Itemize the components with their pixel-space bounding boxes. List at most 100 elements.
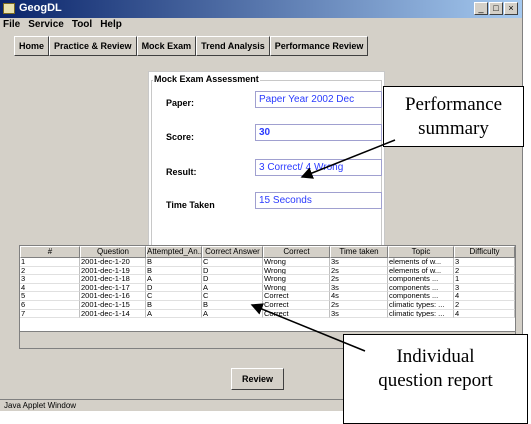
table-cell: C — [202, 258, 263, 267]
table-cell: 2 — [454, 266, 515, 276]
mock-exam-assessment-panel: Mock Exam Assessment Paper: Paper Year 2… — [148, 71, 385, 255]
tab-home[interactable]: Home — [14, 36, 50, 56]
table-cell: 3s — [330, 258, 388, 267]
table-cell: C — [146, 292, 202, 301]
table-cell: 2 — [454, 300, 515, 310]
table-cell: 3 — [454, 283, 515, 293]
time-taken-field: 15 Seconds — [255, 192, 382, 209]
table-cell: 2001-dec-1-20 — [80, 258, 146, 267]
table-cell: 3s — [330, 283, 388, 293]
table-row[interactable]: 1 2001-dec-1-20 B C Wrong 3s elements of w... 3 — [20, 258, 515, 267]
table-cell: Wrong — [263, 258, 330, 267]
paper-label: Paper: — [166, 98, 195, 108]
result-field: 3 Correct/ 4 Wrong — [255, 159, 382, 176]
table-header: # Question Attempted_An... Correct Answer Co… — [20, 246, 515, 258]
table-cell: Wrong — [263, 283, 330, 293]
table-cell: 2s — [330, 275, 388, 284]
column-header[interactable]: # — [20, 246, 80, 258]
menu-file[interactable]: File — [3, 19, 20, 33]
table-cell: climatic types: ... — [388, 309, 454, 319]
question-report-table: # Question Attempted_An... Correct Answer Co… — [19, 245, 516, 332]
score-label: Score: — [166, 132, 195, 142]
maximize-button[interactable]: □ — [489, 2, 503, 15]
paper-field: Paper Year 2002 Dec — [255, 91, 382, 108]
table-body: 1 2001-dec-1-20 B C Wrong 3s elements of w... 3… — [20, 258, 515, 319]
table-cell: 2001-dec-1-16 — [80, 292, 146, 301]
table-cell: elements of w... — [388, 266, 454, 276]
table-cell: 2001-dec-1-18 — [80, 275, 146, 284]
individual-question-report-callout: Individual question report — [343, 334, 528, 424]
table-row[interactable]: 4 2001-dec-1-17 D A Wrong 3s components ... 3 — [20, 283, 515, 293]
callout-text-line: Performance — [404, 94, 503, 115]
time-taken-label: Time Taken — [166, 200, 215, 210]
table-cell: A — [202, 283, 263, 293]
title-bar: GeogDL _ □ × — [0, 0, 522, 18]
table-cell: Correct — [263, 300, 330, 310]
table-cell: 4s — [330, 292, 388, 301]
table-cell: 2001-dec-1-14 — [80, 309, 146, 319]
panel-title: Mock Exam Assessment — [153, 74, 260, 84]
table-cell: components ... — [388, 292, 454, 301]
table-cell: 1 — [20, 258, 80, 267]
table-cell: components ... — [388, 275, 454, 284]
table-cell: 5 — [20, 292, 80, 301]
column-header[interactable]: Attempted_An... — [146, 246, 202, 258]
performance-summary-callout: Performance summary — [383, 86, 524, 147]
table-cell: D — [146, 283, 202, 293]
table-cell: B — [146, 300, 202, 310]
table-cell: 3s — [330, 309, 388, 319]
table-cell: Wrong — [263, 266, 330, 276]
menu-bar: File Service Tool Help — [0, 19, 122, 33]
tab-practice-review[interactable]: Practice & Review — [49, 36, 137, 56]
table-cell: 3 — [454, 258, 515, 267]
menu-help[interactable]: Help — [100, 19, 122, 33]
tab-trend-analysis[interactable]: Trend Analysis — [196, 36, 270, 56]
window-title: GeogDL — [19, 2, 62, 14]
table-row[interactable]: 5 2001-dec-1-16 C C Correct 4s components ... 4 — [20, 292, 515, 301]
callout-text-line: summary — [418, 118, 489, 139]
column-header[interactable]: Time taken — [330, 246, 388, 258]
close-button[interactable]: × — [504, 2, 518, 15]
table-row[interactable]: 2 2001-dec-1-19 B D Wrong 2s elements of w... 2 — [20, 266, 515, 276]
column-header[interactable]: Difficulty — [454, 246, 515, 258]
result-label: Result: — [166, 167, 197, 177]
table-cell: 2s — [330, 266, 388, 276]
column-header[interactable]: Correct — [263, 246, 330, 258]
table-cell: B — [146, 266, 202, 276]
table-row[interactable]: 3 2001-dec-1-18 A D Wrong 2s components ... 1 — [20, 275, 515, 284]
table-cell: A — [202, 309, 263, 319]
menu-service[interactable]: Service — [28, 19, 64, 33]
table-cell: C — [202, 292, 263, 301]
table-cell: 2001-dec-1-17 — [80, 283, 146, 293]
table-cell: B — [202, 300, 263, 310]
tab-mock-exam[interactable]: Mock Exam — [136, 36, 197, 56]
column-header[interactable]: Topic — [388, 246, 454, 258]
review-button[interactable]: Review — [231, 368, 284, 390]
minimize-button[interactable]: _ — [474, 2, 488, 15]
tab-performance-review[interactable]: Performance Review — [269, 36, 369, 56]
app-icon — [3, 3, 15, 14]
table-cell: Wrong — [263, 275, 330, 284]
table-cell: 2s — [330, 300, 388, 310]
table-row[interactable]: 6 2001-dec-1-15 B B Correct 2s climatic types:… — [20, 300, 515, 310]
callout-text-line: Individual — [396, 346, 475, 367]
menu-tool[interactable]: Tool — [72, 19, 92, 33]
table-cell: 2 — [20, 266, 80, 276]
table-cell: 3 — [20, 275, 80, 284]
tab-bar: Home Practice & Review Mock Exam Trend A… — [14, 36, 369, 56]
table-cell: 6 — [20, 300, 80, 310]
table-cell: D — [202, 266, 263, 276]
table-cell: 2001-dec-1-19 — [80, 266, 146, 276]
table-cell: 1 — [454, 275, 515, 284]
table-cell: components ... — [388, 283, 454, 293]
table-row[interactable]: 7 2001-dec-1-14 A A Correct 3s climatic types:… — [20, 309, 515, 319]
callout-text-line: question report — [378, 370, 493, 391]
table-cell: A — [146, 275, 202, 284]
score-field: 30 — [255, 124, 382, 141]
column-header[interactable]: Question — [80, 246, 146, 258]
table-cell: Correct — [263, 309, 330, 319]
table-cell: 4 — [454, 309, 515, 319]
table-cell: elements of w... — [388, 258, 454, 267]
column-header[interactable]: Correct Answer — [202, 246, 263, 258]
table-cell: D — [202, 275, 263, 284]
